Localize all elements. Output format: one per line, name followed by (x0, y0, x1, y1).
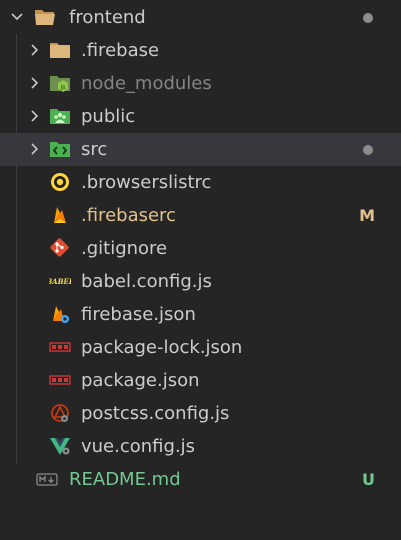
src-folder-icon (49, 133, 71, 166)
tree-item-vue-config-js[interactable]: vue.config.js (0, 430, 401, 463)
tree-item-label: .firebaserc (81, 205, 176, 226)
svg-text:js: js (60, 84, 66, 91)
chevron-right-icon[interactable] (24, 100, 46, 133)
changes-dot-icon (363, 145, 373, 155)
firebase-config-icon (49, 298, 71, 331)
tree-item-label: vue.config.js (81, 436, 196, 457)
tree-item-label: README.md (69, 469, 181, 490)
tree-item-label: package-lock.json (81, 337, 243, 358)
tree-item-dot-gitignore[interactable]: .gitignore (0, 232, 401, 265)
file-explorer-tree: frontend .firebase js node_modulespublic sr… (0, 0, 401, 540)
folder-icon (49, 34, 71, 67)
svg-text:BABEL: BABEL (49, 277, 71, 286)
changes-dot-icon (363, 13, 373, 23)
babel-icon: BABEL (49, 265, 71, 298)
firebase-icon (49, 199, 71, 232)
tree-item-frontend[interactable]: frontend (0, 1, 401, 34)
tree-item-dot-browserslistrc[interactable]: .browserslistrc (0, 166, 401, 199)
tree-item-dot-firebaserc[interactable]: .firebaserc M (0, 199, 401, 232)
git-status-badge: U (362, 470, 375, 489)
tree-item-package-json[interactable]: package.json (0, 364, 401, 397)
tree-item-src[interactable]: src (0, 133, 401, 166)
public-folder-icon (49, 100, 71, 133)
tree-item-label: src (81, 139, 108, 160)
tree-item-label: babel.config.js (81, 271, 212, 292)
markdown-icon (36, 463, 58, 496)
browserslist-icon (49, 166, 71, 199)
npm-icon (49, 364, 71, 397)
vue-icon (49, 430, 71, 463)
tree-item-babel-config-js[interactable]: BABEL babel.config.js (0, 265, 401, 298)
postcss-icon (49, 397, 71, 430)
tree-item-label: frontend (69, 7, 146, 28)
tree-item-public[interactable]: public (0, 100, 401, 133)
tree-item-postcss-config-js[interactable]: postcss.config.js (0, 397, 401, 430)
chevron-down-icon[interactable] (6, 1, 28, 34)
git-icon (49, 232, 71, 265)
tree-item-label: node_modules (81, 73, 212, 94)
tree-item-label: .firebase (81, 40, 160, 61)
tree-item-label: public (81, 106, 136, 127)
tree-item-label: .browserslistrc (81, 172, 212, 193)
chevron-right-icon[interactable] (24, 34, 46, 67)
tree-item-label: package.json (81, 370, 200, 391)
chevron-right-icon[interactable] (24, 67, 46, 100)
tree-item-label: .gitignore (81, 238, 168, 259)
tree-item-label: postcss.config.js (81, 403, 230, 424)
tree-item-package-lock-json[interactable]: package-lock.json (0, 331, 401, 364)
tree-item-node-modules[interactable]: js node_modules (0, 67, 401, 100)
node-folder-icon: js (49, 67, 71, 100)
tree-item-readme-md[interactable]: README.md U (0, 463, 401, 496)
folder-open-icon (34, 1, 56, 34)
tree-item-dot-firebase[interactable]: .firebase (0, 34, 401, 67)
npm-icon (49, 331, 71, 364)
git-status-badge: M (359, 206, 375, 225)
chevron-right-icon[interactable] (24, 133, 46, 166)
tree-item-firebase-json[interactable]: firebase.json (0, 298, 401, 331)
tree-item-label: firebase.json (81, 304, 196, 325)
